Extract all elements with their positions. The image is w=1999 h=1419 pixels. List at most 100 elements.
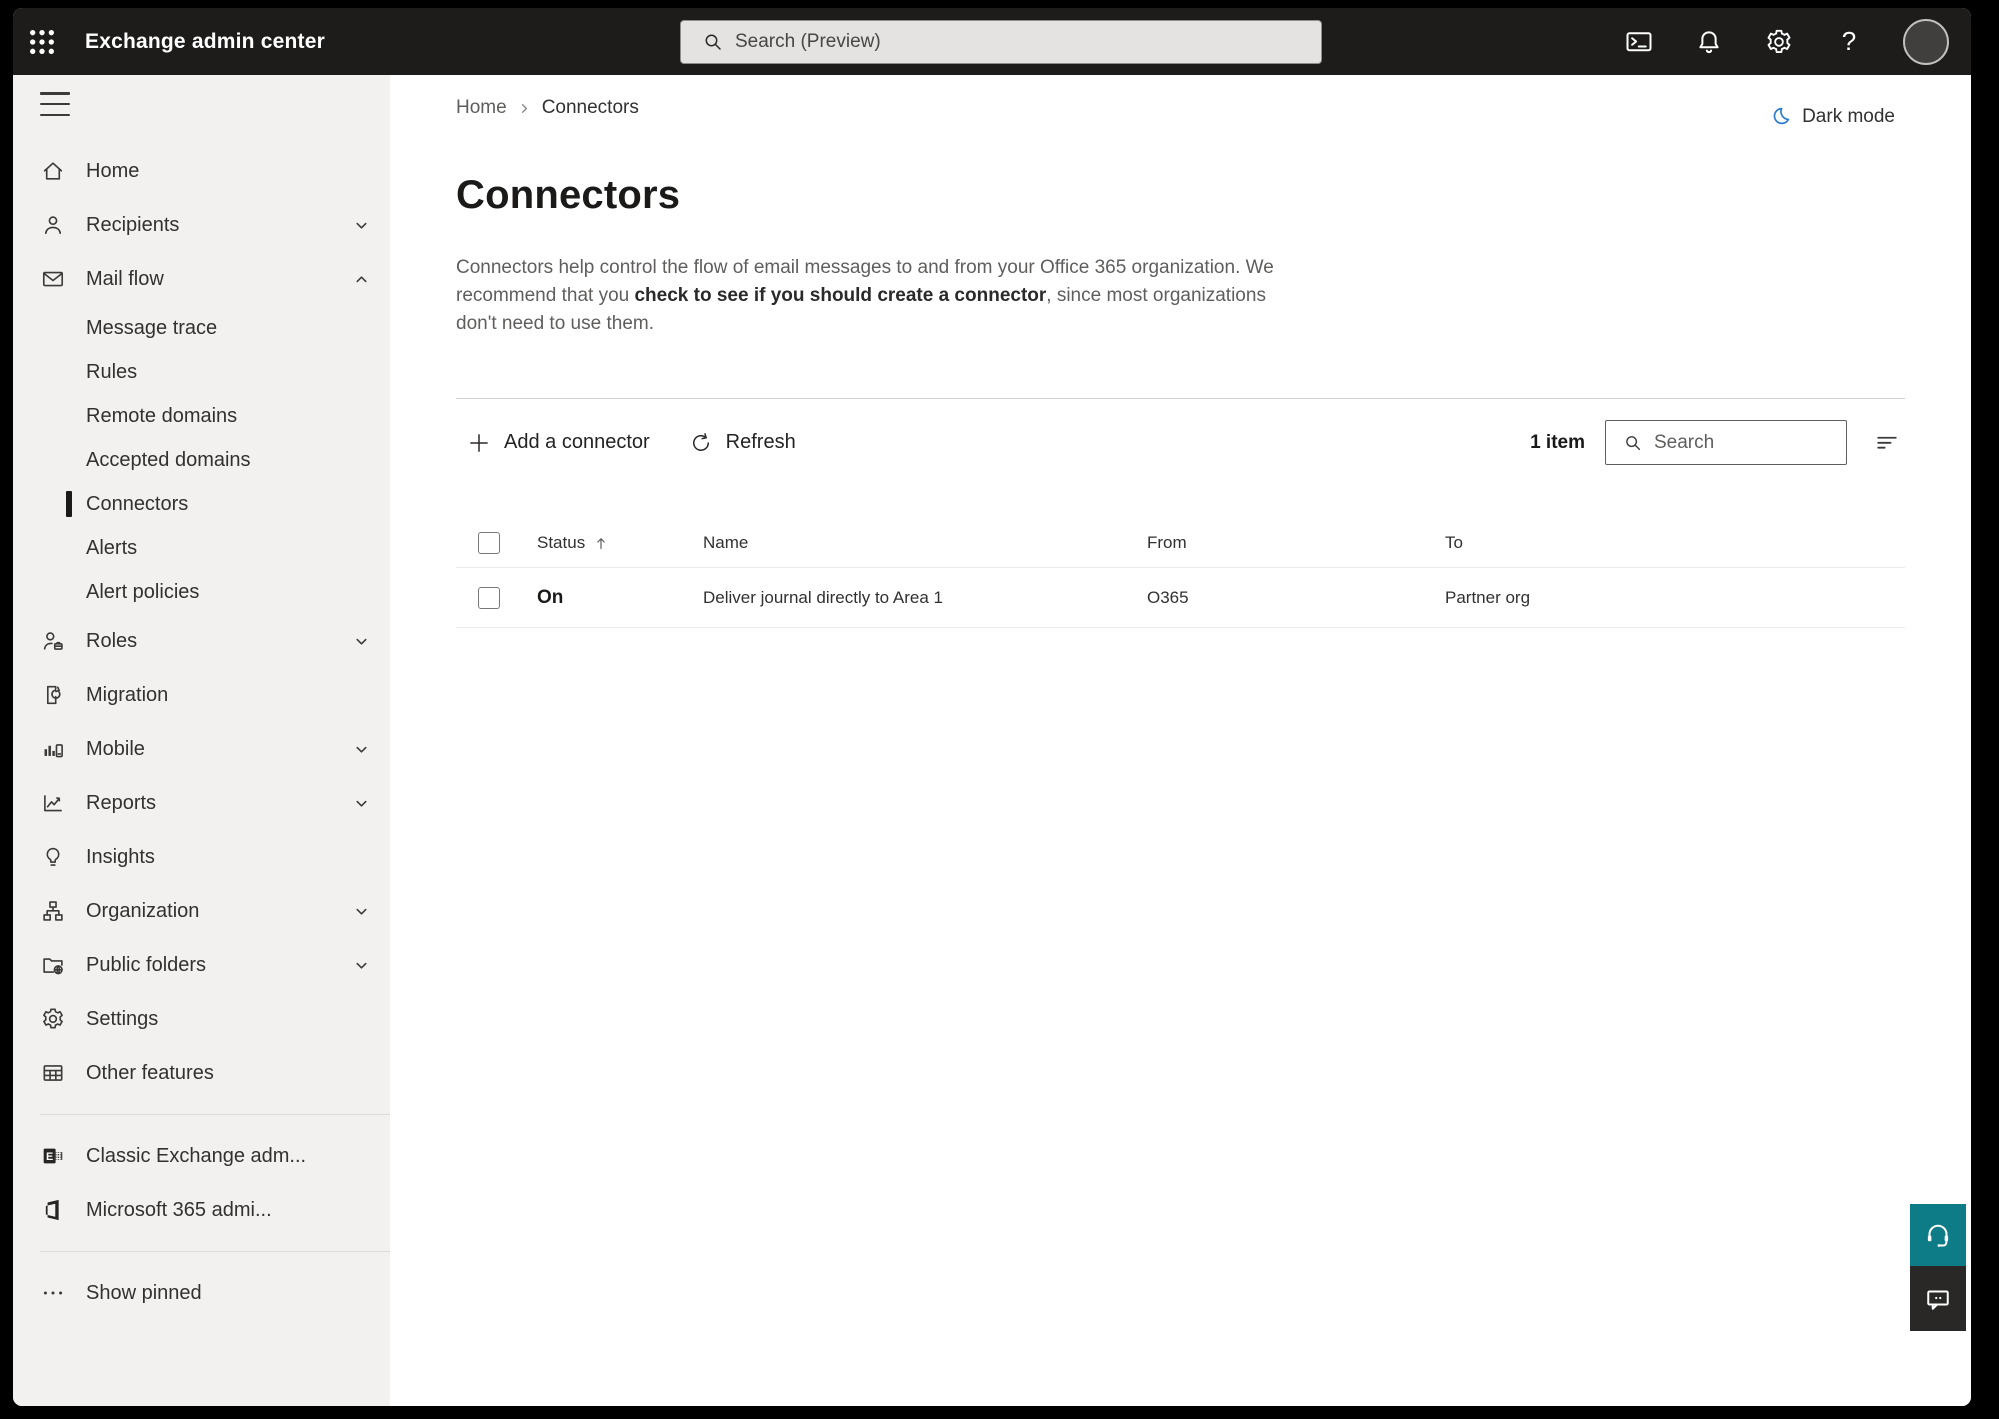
list-search-input[interactable] xyxy=(1654,431,1836,454)
breadcrumb-home-link[interactable]: Home xyxy=(456,97,507,119)
column-header-status[interactable]: Status xyxy=(520,533,686,553)
chevron-down-icon xyxy=(356,746,367,753)
sidebar-item-classic-exchange-admin[interactable]: E Classic Exchange adm... xyxy=(13,1129,390,1183)
terminal-button[interactable] xyxy=(1623,26,1655,58)
sidebar-item-alert-policies[interactable]: Alert policies xyxy=(13,570,390,614)
person-icon xyxy=(44,216,62,235)
item-count: 1 item xyxy=(1530,431,1585,453)
settings-gear-icon xyxy=(1767,29,1791,53)
microsoft365-logo-icon xyxy=(45,1199,59,1221)
app-launcher-button[interactable] xyxy=(13,8,71,75)
support-button[interactable] xyxy=(1910,1204,1966,1266)
sidebar-item-insights[interactable]: Insights xyxy=(13,830,390,884)
row-to: Partner org xyxy=(1445,587,1531,607)
column-header-name[interactable]: Name xyxy=(686,533,1130,553)
navigation-sidebar: Home Recipients Mail flow Message trace … xyxy=(13,75,390,1406)
column-header-to[interactable]: To xyxy=(1428,533,1905,553)
org-chart-icon xyxy=(43,901,63,921)
table-header-row: Status Name From To xyxy=(456,518,1905,568)
connectors-table: Status Name From To On Deliver journal d… xyxy=(456,518,1905,628)
sidebar-item-connectors[interactable]: Connectors xyxy=(13,482,390,526)
feedback-button[interactable] xyxy=(1910,1266,1966,1331)
sidebar-item-microsoft-365-admin[interactable]: Microsoft 365 admi... xyxy=(13,1183,390,1237)
page-description: Connectors help control the flow of emai… xyxy=(456,257,1274,334)
breadcrumb: Home Connectors xyxy=(456,97,639,119)
chevron-down-icon xyxy=(356,800,367,807)
row-name[interactable]: Deliver journal directly to Area 1 xyxy=(686,588,1130,608)
sidebar-item-mail-flow[interactable]: Mail flow xyxy=(13,252,390,306)
chevron-down-icon xyxy=(356,222,367,229)
chevron-down-icon xyxy=(356,962,367,969)
mail-icon xyxy=(42,271,64,287)
reports-chart-icon xyxy=(44,795,62,812)
collapse-nav-button[interactable] xyxy=(40,92,70,116)
sidebar-divider xyxy=(40,1114,390,1115)
lightbulb-icon xyxy=(46,847,60,866)
chevron-down-icon xyxy=(356,638,367,645)
notifications-bell-icon xyxy=(1699,30,1719,53)
sidebar-item-roles[interactable]: Roles xyxy=(13,614,390,668)
migration-icon xyxy=(46,685,61,705)
chevron-up-icon xyxy=(356,275,367,282)
help-button[interactable]: ? xyxy=(1833,26,1865,58)
app-launcher-icon xyxy=(30,29,54,54)
ellipsis-icon xyxy=(43,1291,63,1295)
filter-lines-icon xyxy=(1877,436,1897,449)
sidebar-item-remote-domains[interactable]: Remote domains xyxy=(13,394,390,438)
sidebar-divider xyxy=(40,1251,390,1252)
description-link[interactable]: check to see if you should create a conn… xyxy=(634,285,1046,306)
app-title: Exchange admin center xyxy=(85,29,325,53)
sidebar-item-migration[interactable]: Migration xyxy=(13,668,390,722)
search-icon xyxy=(705,34,721,50)
add-connector-button[interactable]: Add a connector xyxy=(456,422,660,464)
sort-ascending-icon xyxy=(597,537,606,549)
settings-button[interactable] xyxy=(1763,26,1795,58)
main-content: Home Connectors Dark mode Connectors Con… xyxy=(390,75,1971,1406)
list-search-box[interactable] xyxy=(1605,420,1847,465)
table-row[interactable]: On Deliver journal directly to Area 1 O3… xyxy=(456,568,1905,628)
topbar-icons: ? xyxy=(1623,18,1971,65)
select-all-checkbox[interactable] xyxy=(478,531,500,554)
terminal-icon xyxy=(1626,31,1652,51)
sidebar-item-alerts[interactable]: Alerts xyxy=(13,526,390,570)
sidebar-item-accepted-domains[interactable]: Accepted domains xyxy=(13,438,390,482)
global-search-box[interactable] xyxy=(680,20,1322,64)
sidebar-item-other-features[interactable]: Other features xyxy=(13,1046,390,1100)
global-search-input[interactable] xyxy=(735,31,1309,53)
mobile-chart-icon xyxy=(44,744,63,758)
notifications-button[interactable] xyxy=(1693,26,1725,58)
floating-buttons xyxy=(1910,1204,1966,1331)
plus-icon xyxy=(470,433,488,452)
top-bar: Exchange admin center Search (Preview) ? xyxy=(13,8,1971,75)
sidebar-item-rules[interactable]: Rules xyxy=(13,350,390,394)
page-title: Connectors xyxy=(456,173,681,217)
moon-icon xyxy=(1773,107,1790,125)
account-avatar[interactable] xyxy=(1903,18,1949,65)
person-badge-icon xyxy=(43,632,63,650)
sidebar-item-show-pinned[interactable]: Show pinned xyxy=(13,1266,390,1320)
svg-text:E: E xyxy=(46,1151,53,1163)
gear-icon xyxy=(43,1008,63,1029)
row-checkbox[interactable] xyxy=(478,586,500,609)
sidebar-item-settings[interactable]: Settings xyxy=(13,992,390,1046)
headset-icon xyxy=(1927,1224,1949,1247)
sidebar-item-recipients[interactable]: Recipients xyxy=(13,198,390,252)
app-body: Home Recipients Mail flow Message trace … xyxy=(13,75,1971,1406)
exchange-logo-icon: E xyxy=(43,1148,63,1164)
refresh-icon xyxy=(692,432,709,451)
dark-mode-toggle[interactable]: Dark mode xyxy=(1768,105,1895,129)
sidebar-item-home[interactable]: Home xyxy=(13,144,390,198)
sidebar-item-reports[interactable]: Reports xyxy=(13,776,390,830)
sidebar-item-public-folders[interactable]: Public folders xyxy=(13,938,390,992)
filter-button[interactable] xyxy=(1869,425,1905,461)
folder-globe-icon xyxy=(43,958,63,975)
row-from: O365 xyxy=(1147,587,1189,607)
refresh-button[interactable]: Refresh xyxy=(678,422,806,464)
sidebar-item-mobile[interactable]: Mobile xyxy=(13,722,390,776)
sidebar-item-message-trace[interactable]: Message trace xyxy=(13,306,390,350)
column-header-from[interactable]: From xyxy=(1130,533,1428,553)
sidebar-item-organization[interactable]: Organization xyxy=(13,884,390,938)
list-toolbar: Add a connector Refresh 1 item xyxy=(456,398,1905,472)
table-grid-icon xyxy=(43,1065,63,1081)
row-status: On xyxy=(537,586,564,608)
